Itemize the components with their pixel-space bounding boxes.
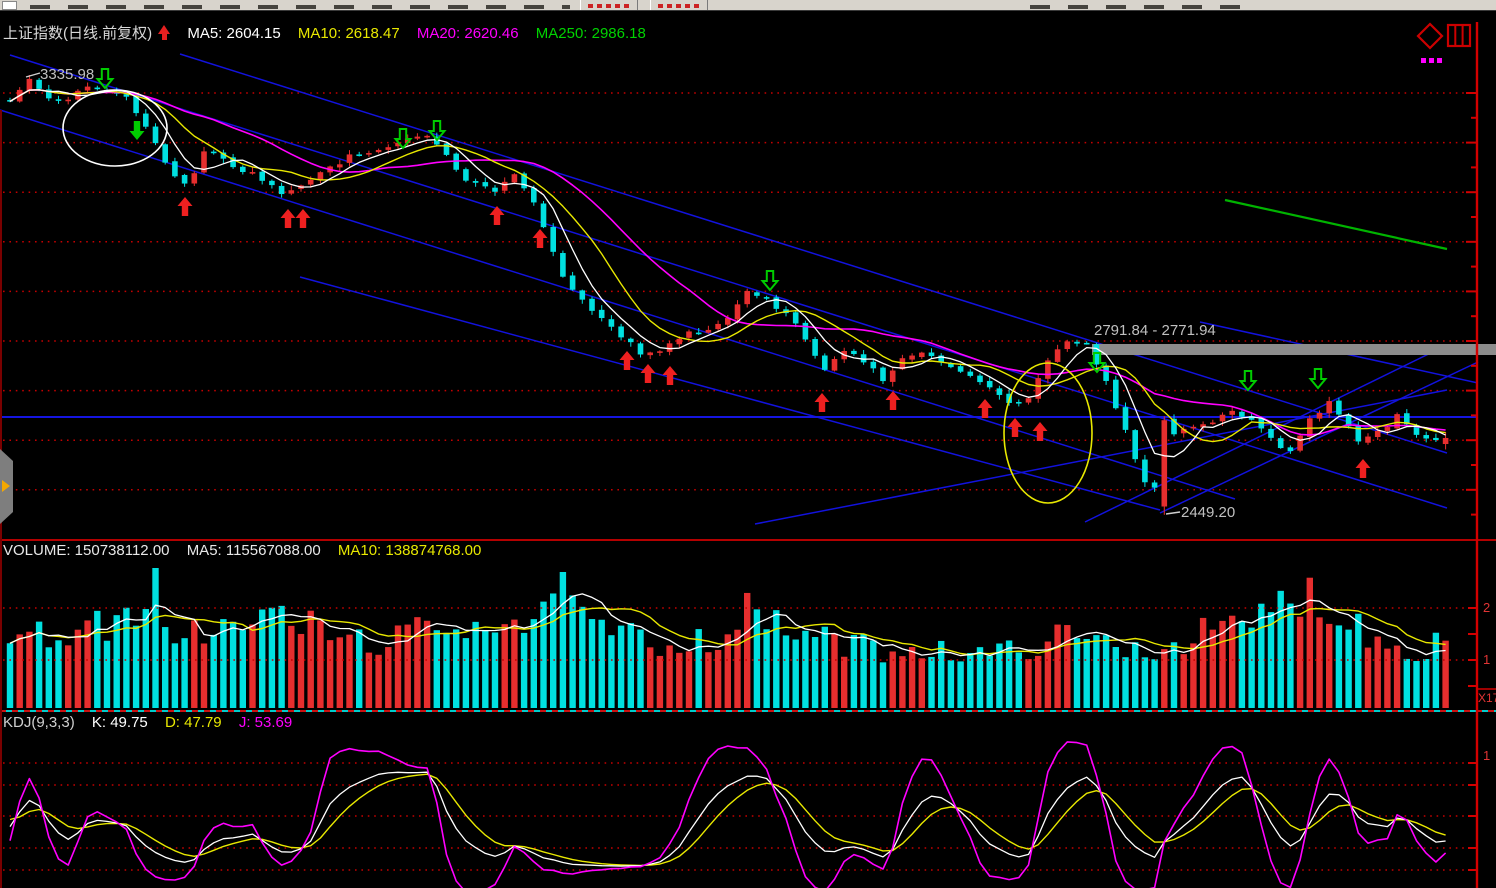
top-toolbar[interactable] xyxy=(0,0,1496,11)
kdj-params-label: KDJ(9,3,3) xyxy=(3,714,75,731)
kdj-j-label: J: 53.69 xyxy=(239,714,292,731)
window-icon[interactable] xyxy=(2,1,17,10)
ma10-label: MA10: 2618.47 xyxy=(298,25,400,42)
volume-axis-label-1: 1 xyxy=(1483,652,1490,667)
resistance-band-label: 2791.84 - 2771.94 xyxy=(1094,322,1216,339)
toolbar-button-red-1[interactable] xyxy=(580,0,638,10)
menu-text-strip-right xyxy=(1030,5,1245,9)
kdj-header: KDJ(9,3,3) K: 49.75 D: 47.79 J: 53.69 xyxy=(3,714,305,731)
volume-ma5-label: MA5: 115567088.00 xyxy=(187,542,321,559)
volume-header: VOLUME: 150738112.00 MA5: 115567088.00 M… xyxy=(3,542,494,559)
menu-text-strip xyxy=(30,5,570,9)
main-chart-header: 上证指数(日线.前复权) MA5: 2604.15 MA10: 2618.47 … xyxy=(3,22,659,43)
volume-scale-label: X17 xyxy=(1478,691,1496,705)
sidebar-expand-handle[interactable] xyxy=(0,449,13,524)
ma250-label: MA250: 2986.18 xyxy=(536,25,646,42)
up-arrow-icon xyxy=(158,25,170,40)
volume-axis-label-2: 2 xyxy=(1483,600,1490,615)
ma5-label: MA5: 2604.15 xyxy=(187,25,280,42)
toolbar-button-red-2[interactable] xyxy=(650,0,708,10)
ma20-label: MA20: 2620.46 xyxy=(417,25,519,42)
chart-canvas[interactable] xyxy=(0,0,1496,888)
low-price-label: 2449.20 xyxy=(1181,504,1235,521)
trading-app-window: 上证指数(日线.前复权) MA5: 2604.15 MA10: 2618.47 … xyxy=(0,0,1496,888)
kdj-axis-label-100: 1 xyxy=(1483,748,1490,763)
volume-value-label: VOLUME: 150738112.00 xyxy=(3,542,170,559)
kdj-k-label: K: 49.75 xyxy=(92,714,148,731)
kdj-d-label: D: 47.79 xyxy=(165,714,222,731)
expand-arrow-icon xyxy=(2,480,10,492)
high-price-label: 3335.98 xyxy=(40,66,94,83)
volume-ma10-label: MA10: 138874768.00 xyxy=(338,542,481,559)
instrument-title: 上证指数(日线.前复权) xyxy=(3,25,152,42)
